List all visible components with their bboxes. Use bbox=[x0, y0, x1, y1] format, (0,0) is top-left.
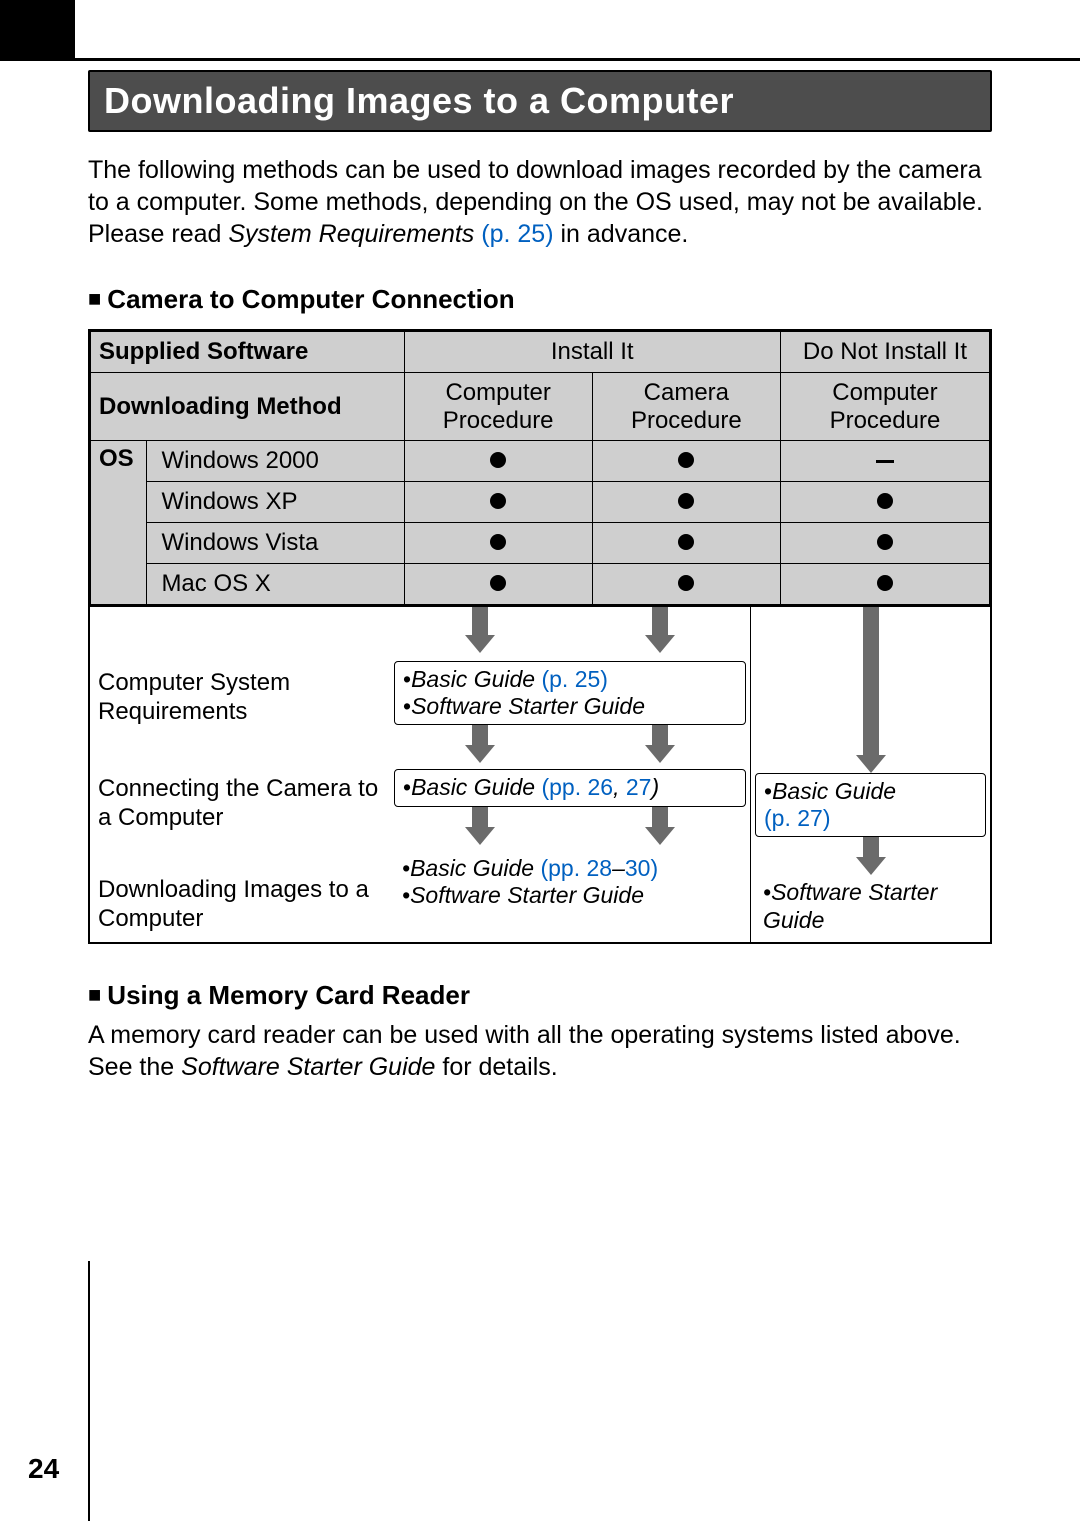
dot-icon bbox=[678, 493, 694, 509]
section2-title: Using a Memory Card Reader bbox=[107, 980, 470, 1010]
os-label-cell: OS bbox=[91, 441, 147, 605]
dash-icon bbox=[876, 460, 894, 463]
os-2: Windows Vista bbox=[147, 523, 404, 564]
hdr-computer-procedure-2: Computer Procedure bbox=[780, 373, 989, 441]
arrow-down-icon bbox=[465, 607, 495, 653]
dot-icon bbox=[678, 534, 694, 550]
flow-label-2: Downloading Images to a Computer bbox=[98, 876, 382, 934]
arrow-down-icon bbox=[645, 607, 675, 653]
intro-text-2: in advance. bbox=[554, 220, 689, 248]
cell-0-0 bbox=[404, 441, 592, 482]
cell-2-2 bbox=[780, 523, 989, 564]
dot-icon bbox=[490, 493, 506, 509]
cell-1-1 bbox=[592, 482, 780, 523]
cell-0-1 bbox=[592, 441, 780, 482]
section-head-cardreader: ■Using a Memory Card Reader bbox=[88, 980, 992, 1011]
square-bullet-icon: ■ bbox=[88, 982, 101, 1008]
flow-middle-column: •Basic Guide (p. 25) •Software Starter G… bbox=[390, 607, 750, 942]
para2-text-2: for details. bbox=[435, 1053, 557, 1081]
os-0: Windows 2000 bbox=[147, 441, 404, 482]
arrow-down-icon bbox=[465, 807, 495, 845]
arrow-down-icon bbox=[856, 837, 886, 875]
link-pp26[interactable]: (pp. 26 bbox=[541, 774, 613, 800]
cardreader-paragraph: A memory card reader can be used with al… bbox=[88, 1019, 992, 1083]
flow-label-1: Connecting the Camera to a Computer bbox=[98, 775, 382, 833]
flow-label-0: Computer System Requirements bbox=[98, 669, 382, 727]
arrow-down-icon bbox=[465, 725, 495, 763]
page-number: 24 bbox=[28, 1453, 59, 1485]
connection-table-grid: Supplied Software Install It Do Not Inst… bbox=[90, 331, 990, 605]
ref-box-sysreq: •Basic Guide (p. 25) •Software Starter G… bbox=[394, 661, 746, 725]
content-area: Downloading Images to a Computer The fol… bbox=[88, 66, 992, 1083]
dot-icon bbox=[877, 493, 893, 509]
hdr-computer-procedure-1: Computer Procedure bbox=[404, 373, 592, 441]
intro-paragraph: The following methods can be used to dow… bbox=[88, 154, 992, 250]
connection-table: Supplied Software Install It Do Not Inst… bbox=[88, 329, 992, 607]
para2-italic: Software Starter Guide bbox=[181, 1053, 435, 1081]
square-bullet-icon: ■ bbox=[88, 286, 101, 312]
intro-link-p25[interactable]: (p. 25) bbox=[481, 220, 553, 248]
section1-title: Camera to Computer Connection bbox=[107, 284, 514, 314]
intro-italic: System Requirements bbox=[228, 220, 474, 248]
ref-box-connect-right: •Basic Guide(p. 27) bbox=[755, 773, 986, 837]
flow-diagram: Computer System Requirements Connecting … bbox=[88, 607, 992, 944]
footer-vertical-rule bbox=[88, 1261, 90, 1521]
cell-0-2 bbox=[780, 441, 989, 482]
dot-icon bbox=[490, 534, 506, 550]
cell-1-0 bbox=[404, 482, 592, 523]
link-pp28[interactable]: (pp. 28 bbox=[540, 855, 612, 881]
cell-3-1 bbox=[592, 564, 780, 605]
hdr-supplied-software: Supplied Software bbox=[91, 332, 405, 373]
cell-2-0 bbox=[404, 523, 592, 564]
section-head-connection: ■Camera to Computer Connection bbox=[88, 284, 992, 315]
link-p30[interactable]: 30) bbox=[625, 855, 658, 881]
cell-2-1 bbox=[592, 523, 780, 564]
dot-icon bbox=[490, 452, 506, 468]
link-p27[interactable]: 27 bbox=[626, 774, 652, 800]
arrow-down-icon bbox=[856, 607, 886, 773]
hdr-do-not-install: Do Not Install It bbox=[780, 332, 989, 373]
ref-download-mid: •Basic Guide (pp. 28–30) •Software Start… bbox=[394, 851, 746, 913]
page: Downloading Images to a Computer The fol… bbox=[0, 0, 1080, 1521]
flow-labels-column: Computer System Requirements Connecting … bbox=[90, 607, 390, 942]
dot-icon bbox=[877, 534, 893, 550]
hdr-install-it: Install It bbox=[404, 332, 780, 373]
arrow-down-icon bbox=[645, 725, 675, 763]
link-p25[interactable]: (p. 25) bbox=[541, 666, 607, 692]
dot-icon bbox=[877, 575, 893, 591]
top-rule bbox=[0, 58, 1080, 61]
title-bar: Downloading Images to a Computer bbox=[88, 70, 992, 132]
dot-icon bbox=[678, 575, 694, 591]
page-title: Downloading Images to a Computer bbox=[104, 80, 734, 121]
hdr-downloading-method: Downloading Method bbox=[91, 373, 405, 441]
cell-3-2 bbox=[780, 564, 989, 605]
link-p27-right[interactable]: (p. 27) bbox=[764, 805, 830, 831]
arrow-down-icon bbox=[645, 807, 675, 845]
hdr-camera-procedure: Camera Procedure bbox=[592, 373, 780, 441]
os-1: Windows XP bbox=[147, 482, 404, 523]
corner-tab bbox=[0, 0, 75, 58]
dot-icon bbox=[490, 575, 506, 591]
ref-download-right: •Software Starter Guide bbox=[755, 875, 986, 937]
dot-icon bbox=[678, 452, 694, 468]
flow-right-column: •Basic Guide(p. 27) •Software Starter Gu… bbox=[750, 607, 990, 942]
cell-1-2 bbox=[780, 482, 989, 523]
cell-3-0 bbox=[404, 564, 592, 605]
os-3: Mac OS X bbox=[147, 564, 404, 605]
ref-box-connect: •Basic Guide (pp. 26, 27) bbox=[394, 769, 746, 806]
